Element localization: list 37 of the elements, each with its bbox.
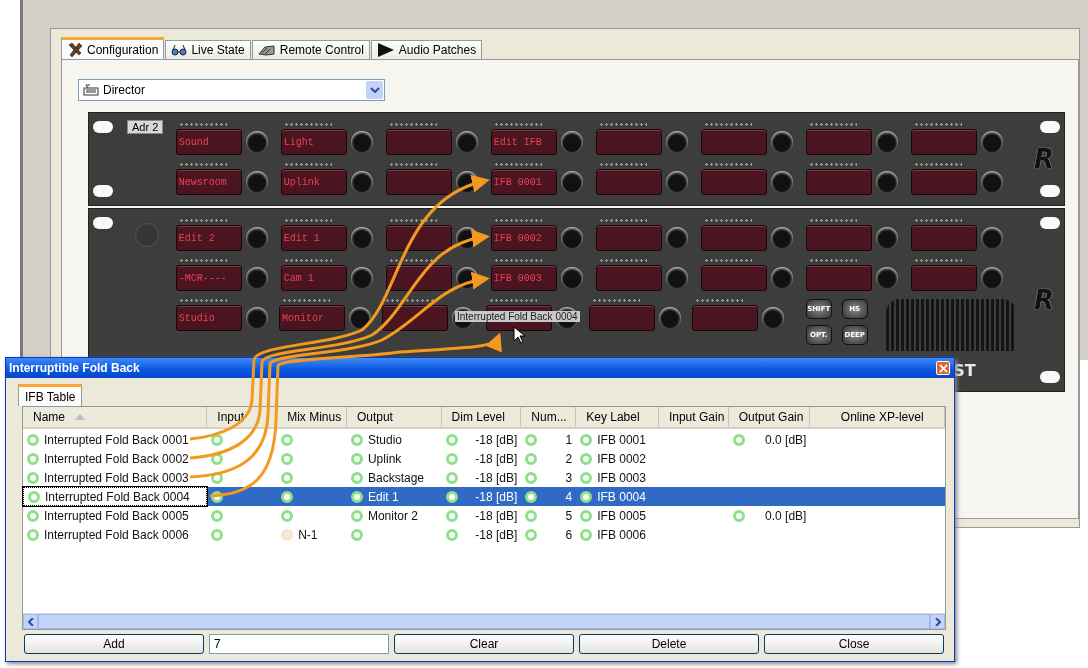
brand-text: ST	[953, 360, 976, 380]
dialog-title: Interruptible Fold Back	[9, 361, 140, 375]
key-label-text: IFB 0005	[597, 508, 646, 523]
output-gain-text: 0.0 [dB]	[765, 432, 808, 447]
output-text: Edit 1	[367, 489, 399, 504]
name-text: Interrupted Fold Back 0001	[44, 432, 189, 447]
number-text: 3	[565, 470, 574, 485]
name-text: Interrupted Fold Back 0005	[44, 508, 189, 523]
number-text: 1	[565, 432, 574, 447]
output-text: Uplink	[367, 451, 402, 466]
mix-minus-text: N-1	[298, 527, 318, 542]
dim-level-text: -18 [dB]	[475, 489, 519, 504]
number-text: 5	[565, 508, 574, 523]
output-text: Monitor 2	[367, 508, 418, 523]
key-label-text: IFB 0004	[597, 489, 646, 504]
hover-tooltip: Interrupted Fold Back 0004	[455, 311, 580, 322]
key-label-text: IFB 0001	[597, 432, 646, 447]
dropdown-value: Director	[103, 83, 146, 97]
dim-level-text: -18 [dB]	[475, 527, 519, 542]
output-gain-text: 0.0 [dB]	[765, 508, 808, 523]
dim-level-text: -18 [dB]	[475, 451, 519, 466]
name-text: Interrupted Fold Back 0006	[44, 527, 189, 542]
name-text: Interrupted Fold Back 0004	[45, 489, 190, 504]
key-label-text: IFB 0002	[597, 451, 646, 466]
output-text: Backstage	[367, 470, 424, 485]
address-label: Adr 2	[127, 120, 164, 134]
key-label-text: IFB 0006	[597, 527, 646, 542]
dim-level-text: -18 [dB]	[475, 508, 519, 523]
key-label-text: IFB 0003	[597, 470, 646, 485]
dim-level-text: -18 [dB]	[475, 470, 519, 485]
number-text: 6	[565, 527, 574, 542]
number-text: 2	[565, 451, 574, 466]
name-text: Interrupted Fold Back 0003	[44, 470, 189, 485]
number-text: 4	[565, 489, 574, 504]
name-text: Interrupted Fold Back 0002	[44, 451, 189, 466]
output-text: Studio	[367, 432, 402, 447]
dim-level-text: -18 [dB]	[475, 432, 519, 447]
